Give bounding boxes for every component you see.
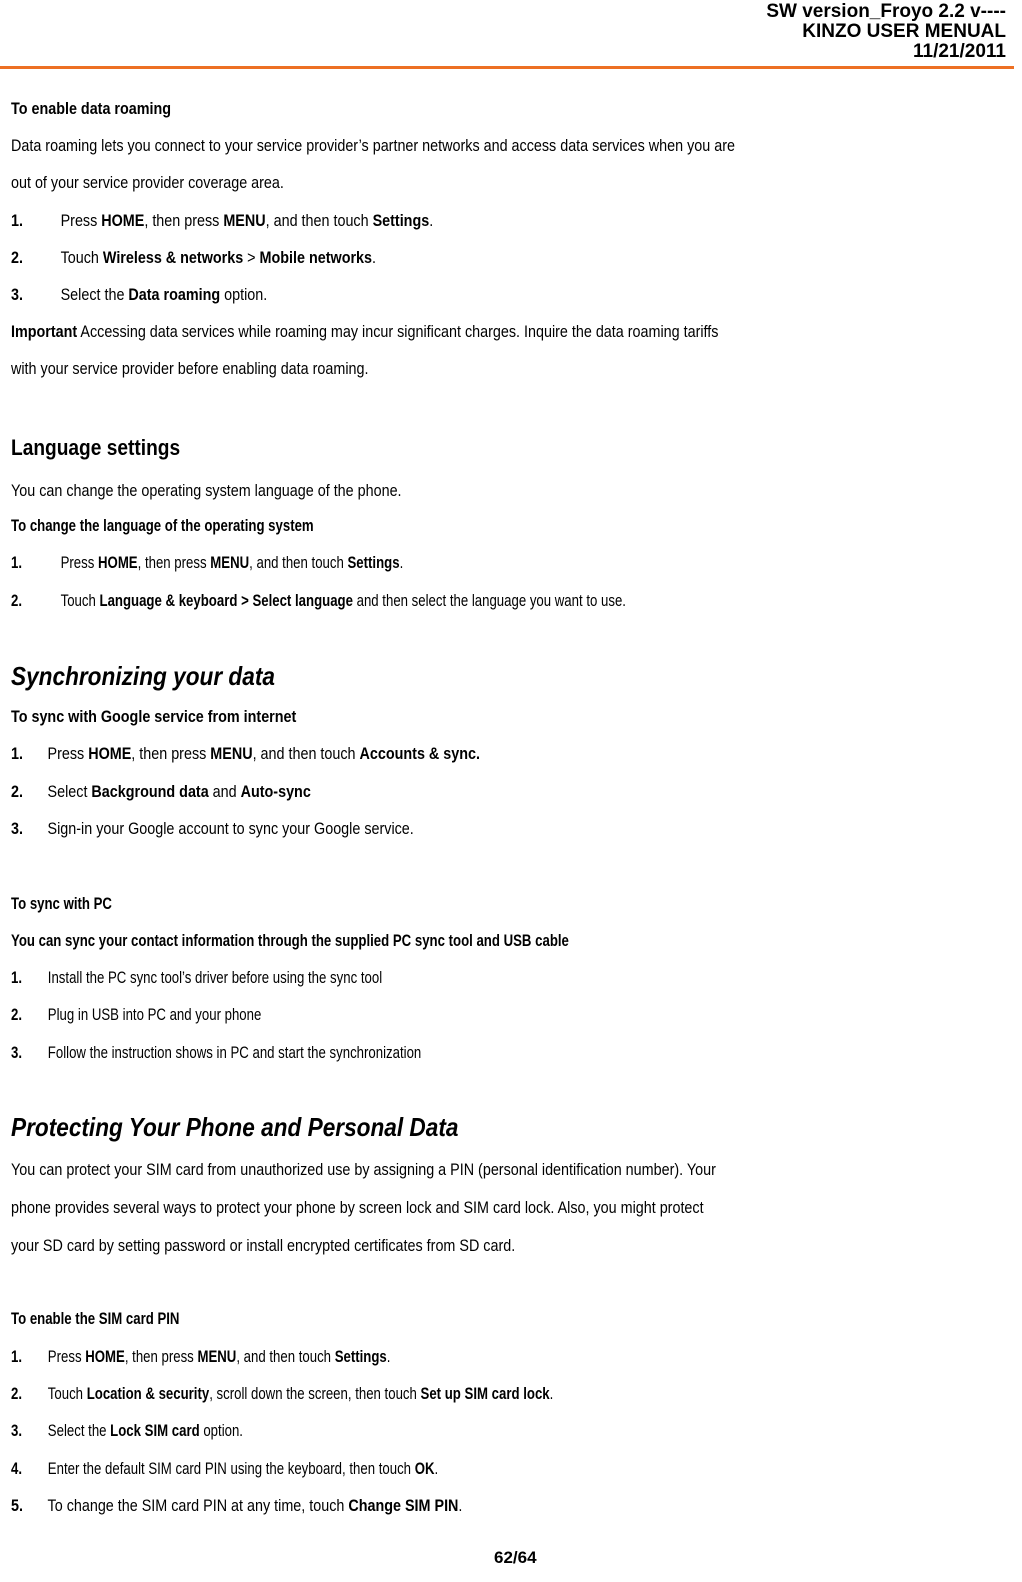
document-header: SW version_Froyo 2.2 v---- KINZO USER ME… — [766, 2, 1006, 62]
protect-para-3: your SD card by setting password or inst… — [11, 1237, 516, 1255]
header-version: SW version_Froyo 2.2 v---- — [766, 1, 1006, 22]
sync-pc-step-2: 2. Plug in USB into PC and your phone — [11, 1006, 262, 1024]
roaming-title: To enable data roaming — [11, 100, 172, 118]
pin-title: To enable the SIM card PIN — [11, 1310, 180, 1328]
sync-pc-title: To sync with PC — [11, 895, 112, 913]
roaming-important-2: with your service provider before enabli… — [11, 360, 369, 378]
header-rule — [0, 66, 1014, 69]
header-date: 11/21/2011 — [913, 41, 1006, 62]
roaming-step-2: 2. Touch Wireless & networks > Mobile net… — [11, 249, 377, 267]
sync-pc-step-1: 1. Install the PC sync tool’s driver befo… — [11, 969, 383, 987]
pin-step-5: 5. To change the SIM card PIN at any time… — [11, 1497, 463, 1515]
language-subtitle: To change the language of the operating … — [11, 517, 314, 535]
header-title: KINZO USER MENUAL — [802, 21, 1006, 42]
protect-heading: Protecting Your Phone and Personal Data — [11, 1112, 459, 1142]
roaming-step-3: 3. Select the Data roaming option. — [11, 286, 268, 304]
roaming-intro-2: out of your service provider coverage ar… — [11, 174, 284, 192]
protect-para-1: You can protect your SIM card from unaut… — [11, 1161, 716, 1179]
sync-heading: Synchronizing your data — [11, 661, 275, 691]
language-heading: Language settings — [11, 435, 181, 460]
language-step-1: 1. Press HOME, then press MENU, and then … — [11, 554, 404, 572]
important-label: Important — [11, 323, 78, 341]
protect-para-2: phone provides several ways to protect y… — [11, 1199, 704, 1217]
sync-google-step-1: 1. Press HOME, then press MENU, and then … — [11, 745, 480, 763]
pin-step-2: 2. Touch Location & security, scroll down… — [11, 1385, 554, 1403]
sync-google-title: To sync with Google service from interne… — [11, 708, 297, 726]
sync-pc-step-3: 3. Follow the instruction shows in PC and… — [11, 1044, 422, 1062]
pin-step-1: 1. Press HOME, then press MENU, and then … — [11, 1348, 391, 1366]
page-number: 62/64 — [494, 1548, 537, 1567]
sync-google-step-3: 3. Sign-in your Google account to sync yo… — [11, 820, 414, 838]
roaming-step-1: 1. Press HOME, then press MENU, and then … — [11, 212, 434, 230]
sync-pc-subtitle: You can sync your contact information th… — [11, 932, 569, 950]
pin-step-4: 4. Enter the default SIM card PIN using t… — [11, 1460, 439, 1478]
language-step-2: 2. Touch Language & keyboard > Select lan… — [11, 592, 626, 610]
roaming-intro-1: Data roaming lets you connect to your se… — [11, 137, 735, 155]
language-intro: You can change the operating system lang… — [11, 482, 402, 500]
roaming-important-1: Important Accessing data services while … — [11, 323, 719, 341]
pin-step-3: 3. Select the Lock SIM card option. — [11, 1422, 243, 1440]
sync-google-step-2: 2. Select Background data and Auto-sync — [11, 783, 311, 801]
